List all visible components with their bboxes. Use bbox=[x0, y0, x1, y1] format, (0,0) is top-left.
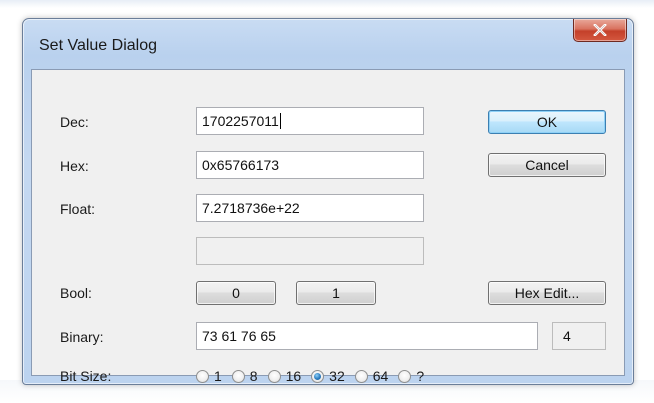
close-button[interactable] bbox=[573, 19, 627, 42]
bit-size-option-32[interactable]: 32 bbox=[311, 368, 345, 384]
radio-icon bbox=[231, 369, 245, 383]
hex-label: Hex: bbox=[60, 158, 89, 174]
dialog-client-area: Dec: 1702257011 OK Hex: 0x65766173 Cance… bbox=[31, 69, 625, 384]
extra-field bbox=[196, 237, 424, 265]
bool-label: Bool: bbox=[60, 285, 92, 301]
bit-size-option-unknown[interactable]: ? bbox=[398, 368, 424, 384]
bit-size-option-label: 1 bbox=[214, 368, 222, 384]
bit-size-option-label: ? bbox=[416, 368, 425, 384]
bit-size-option-16[interactable]: 16 bbox=[267, 368, 302, 384]
binary-label: Binary: bbox=[60, 329, 104, 345]
byte-count-field: 4 bbox=[552, 322, 606, 350]
background-top bbox=[0, 0, 654, 8]
radio-selected-icon bbox=[311, 369, 325, 383]
bit-size-option-1[interactable]: 1 bbox=[196, 368, 222, 384]
hex-field[interactable]: 0x65766173 bbox=[196, 151, 424, 179]
set-value-dialog: Set Value Dialog Dec: 1702257011 OK Hex:… bbox=[22, 18, 634, 385]
bit-size-label: Bit Size: bbox=[60, 368, 112, 384]
radio-icon bbox=[398, 369, 412, 383]
close-x-icon bbox=[593, 24, 607, 36]
cancel-button[interactable]: Cancel bbox=[488, 153, 606, 177]
screen: Set Value Dialog Dec: 1702257011 OK Hex:… bbox=[0, 0, 654, 403]
hex-edit-button[interactable]: Hex Edit... bbox=[488, 281, 606, 305]
radio-icon bbox=[354, 369, 368, 383]
bit-size-option-label: 8 bbox=[249, 368, 258, 384]
bit-size-option-label: 32 bbox=[329, 368, 345, 384]
ok-button[interactable]: OK bbox=[488, 110, 606, 134]
float-field[interactable]: 7.2718736e+22 bbox=[196, 194, 424, 222]
bit-size-option-64[interactable]: 64 bbox=[354, 368, 389, 384]
dec-value: 1702257011 bbox=[202, 113, 279, 129]
radio-icon bbox=[196, 369, 209, 383]
binary-field[interactable]: 73 61 76 65 bbox=[196, 322, 538, 350]
bool-0-button[interactable]: 0 bbox=[196, 281, 276, 305]
dec-field[interactable]: 1702257011 bbox=[196, 107, 424, 135]
text-caret bbox=[279, 113, 281, 129]
float-label: Float: bbox=[60, 201, 96, 217]
bit-size-option-label: 64 bbox=[372, 368, 389, 384]
bit-size-option-8[interactable]: 8 bbox=[231, 368, 258, 384]
bit-size-radio-group: 1 8 16 32 64 ? bbox=[196, 366, 434, 386]
dialog-title: Set Value Dialog bbox=[39, 37, 157, 54]
bool-1-button[interactable]: 1 bbox=[296, 281, 376, 305]
dec-label: Dec: bbox=[60, 114, 89, 130]
radio-icon bbox=[267, 369, 281, 383]
bit-size-option-label: 16 bbox=[285, 368, 302, 384]
